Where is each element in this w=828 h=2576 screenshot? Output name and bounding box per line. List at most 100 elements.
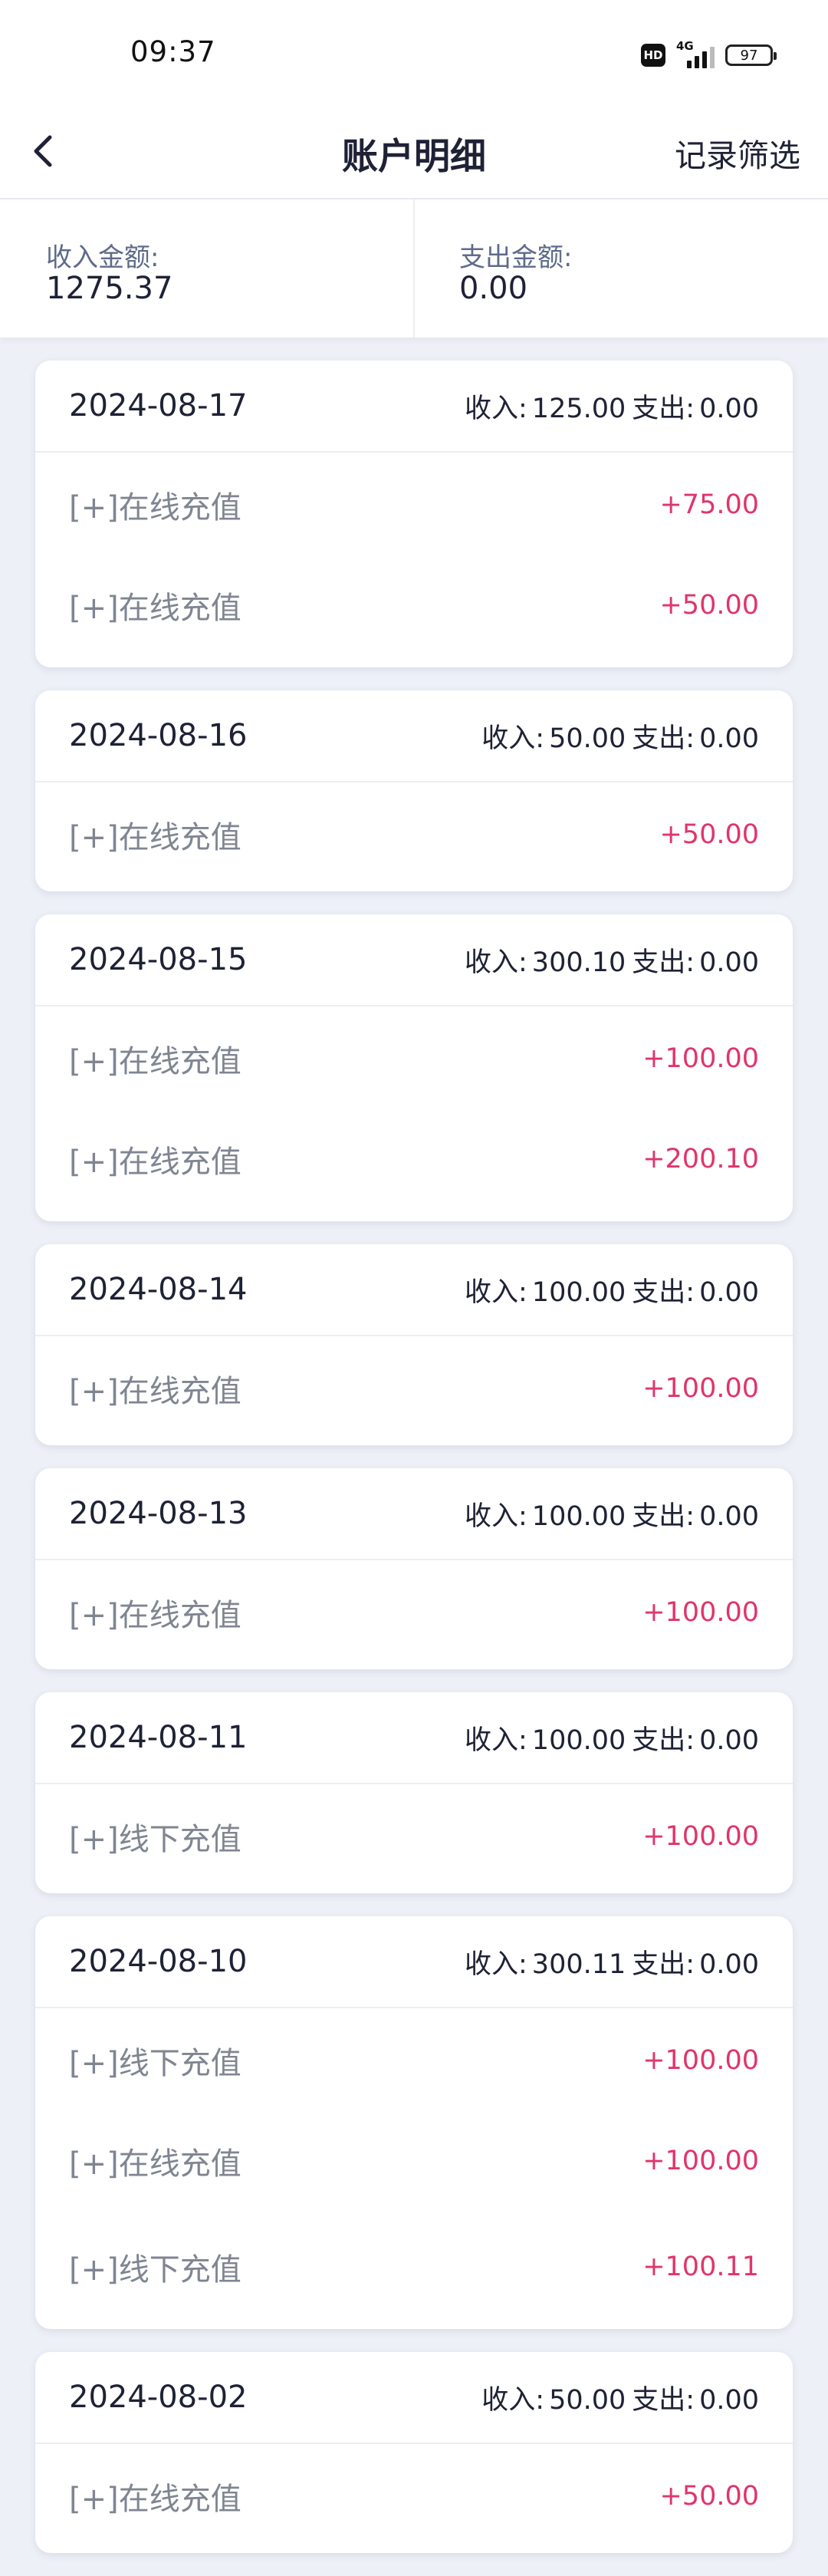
transaction-row[interactable]: [+]线下充值 +100.00: [35, 2013, 793, 2108]
expense-prefix: 支出:: [632, 1948, 695, 1980]
expense-prefix: 支出:: [632, 393, 695, 424]
transaction-name: [+]线下充值: [69, 2046, 242, 2081]
transaction-name: [+]线下充值: [69, 2252, 242, 2288]
income-prefix: 收入:: [481, 2384, 545, 2416]
transaction-name: [+]线下充值: [69, 1822, 242, 1857]
day-header: 2024-08-16 收入: 50.00 支出: 0.00: [35, 690, 793, 782]
day-income: 50.00: [549, 2384, 626, 2416]
battery-level: 97: [740, 47, 758, 64]
day-header: 2024-08-10 收入: 300.11 支出: 0.00: [35, 1916, 793, 2008]
day-expense: 0.00: [699, 1276, 759, 1308]
day-card: 2024-08-17 收入: 125.00 支出: 0.00 [+]在线充值 +75.00[…: [35, 361, 793, 667]
day-expense: 0.00: [699, 393, 759, 424]
transaction-amount: +100.00: [642, 2045, 759, 2076]
transaction-row[interactable]: [+]在线充值 +75.00: [35, 457, 793, 552]
transaction-list: [+]在线充值 +100.00: [35, 1336, 793, 1445]
expense-prefix: 支出:: [632, 1500, 695, 1532]
day-income: 50.00: [549, 723, 626, 754]
day-income: 100.00: [531, 1724, 626, 1756]
day-date: 2024-08-13: [69, 1496, 248, 1531]
day-card: 2024-08-13 收入: 100.00 支出: 0.00 [+]在线充值 +100.00: [35, 1468, 793, 1669]
transaction-amount: +100.00: [642, 2146, 759, 2176]
day-card: 2024-08-11 收入: 100.00 支出: 0.00 [+]线下充值 +100.00: [35, 1692, 793, 1893]
transaction-amount: +100.00: [642, 1043, 759, 1074]
transaction-row[interactable]: [+]在线充值 +100.00: [35, 2108, 793, 2214]
day-date: 2024-08-02: [69, 2380, 248, 2415]
day-date: 2024-08-15: [69, 942, 248, 977]
back-button[interactable]: [17, 124, 71, 178]
day-income: 300.11: [531, 1948, 626, 1980]
expense-summary: 支出金额: 0.00: [413, 199, 828, 338]
transaction-row[interactable]: [+]在线充值 +50.00: [35, 787, 793, 882]
transaction-amount: +100.11: [642, 2252, 759, 2282]
income-prefix: 收入:: [481, 723, 545, 754]
day-date: 2024-08-11: [69, 1720, 248, 1755]
transaction-name: [+]在线充值: [69, 820, 242, 855]
expense-prefix: 支出:: [632, 1276, 695, 1308]
transaction-name: [+]在线充值: [69, 490, 242, 525]
income-prefix: 收入:: [465, 1948, 527, 1980]
income-label: 收入金额:: [46, 242, 159, 273]
expense-prefix: 支出:: [632, 1724, 695, 1756]
day-totals: 收入: 300.10 支出: 0.00: [465, 940, 759, 980]
day-income: 100.00: [531, 1276, 626, 1308]
income-prefix: 收入:: [465, 1276, 527, 1308]
signal-icon: 4G: [676, 39, 715, 68]
day-card: 2024-08-10 收入: 300.11 支出: 0.00 [+]线下充值 +100.00…: [35, 1916, 793, 2329]
day-date: 2024-08-17: [69, 388, 248, 423]
transaction-amount: +100.00: [642, 1821, 759, 1852]
transaction-name: [+]在线充值: [69, 1044, 242, 1079]
filter-records-button[interactable]: 记录筛选: [675, 107, 800, 198]
day-header: 2024-08-17 收入: 125.00 支出: 0.00: [35, 361, 793, 453]
records-list: 2024-08-17 收入: 125.00 支出: 0.00 [+]在线充值 +75.00[…: [35, 361, 793, 2576]
day-totals: 收入: 100.00 支出: 0.00: [465, 1718, 759, 1757]
transaction-row[interactable]: [+]在线充值 +200.10: [35, 1106, 793, 1212]
transaction-list: [+]线下充值 +100.00: [35, 1784, 793, 1893]
transaction-list: [+]在线充值 +100.00: [35, 1560, 793, 1669]
status-time: 09:37: [130, 35, 216, 68]
transaction-amount: +50.00: [659, 2481, 759, 2512]
chevron-left-icon: [34, 135, 52, 167]
account-summary: 收入金额: 1275.37 支出金额: 0.00: [0, 199, 828, 338]
day-expense: 0.00: [699, 2384, 759, 2416]
day-totals: 收入: 50.00 支出: 0.00: [481, 2378, 759, 2417]
day-totals: 收入: 100.00 支出: 0.00: [465, 1494, 759, 1533]
status-bar: 09:37 HD 4G 97: [0, 0, 828, 107]
transaction-amount: +50.00: [659, 819, 759, 850]
income-prefix: 收入:: [465, 1724, 527, 1756]
transaction-amount: +100.00: [642, 1597, 759, 1628]
transaction-name: [+]在线充值: [69, 1598, 242, 1633]
transaction-list: [+]线下充值 +100.00 [+]在线充值 +100.00 [+]线下充值 +100.…: [35, 2008, 793, 2329]
income-summary: 收入金额: 1275.37: [0, 199, 413, 338]
status-icons: HD 4G 97: [641, 39, 777, 71]
expense-prefix: 支出:: [632, 947, 695, 978]
day-expense: 0.00: [699, 1948, 759, 1980]
day-income: 125.00: [531, 393, 626, 424]
expense-label: 支出金额:: [459, 242, 573, 273]
hd-icon: HD: [641, 44, 665, 67]
income-prefix: 收入:: [465, 1500, 527, 1532]
transaction-row[interactable]: [+]在线充值 +100.00: [35, 1011, 793, 1106]
day-expense: 0.00: [699, 1500, 759, 1532]
day-expense: 0.00: [699, 723, 759, 754]
day-card: 2024-08-14 收入: 100.00 支出: 0.00 [+]在线充值 +100.00: [35, 1244, 793, 1445]
day-date: 2024-08-10: [69, 1944, 248, 1979]
day-card: 2024-08-02 收入: 50.00 支出: 0.00 [+]在线充值 +50.00: [35, 2352, 793, 2553]
nav-bar: 账户明细 记录筛选: [0, 107, 828, 199]
transaction-row[interactable]: [+]线下充值 +100.11: [35, 2214, 793, 2320]
day-expense: 0.00: [699, 947, 759, 978]
transaction-row[interactable]: [+]在线充值 +100.00: [35, 1565, 793, 1660]
transaction-row[interactable]: [+]在线充值 +100.00: [35, 1341, 793, 1436]
transaction-row[interactable]: [+]线下充值 +100.00: [35, 1789, 793, 1884]
income-prefix: 收入:: [465, 947, 527, 978]
battery-icon: 97: [725, 44, 777, 66]
transaction-amount: +50.00: [659, 590, 759, 621]
day-totals: 收入: 50.00 支出: 0.00: [481, 716, 759, 756]
transaction-row[interactable]: [+]在线充值 +50.00: [35, 552, 793, 658]
transaction-name: [+]在线充值: [69, 591, 242, 626]
transaction-list: [+]在线充值 +50.00: [35, 782, 793, 891]
transaction-name: [+]在线充值: [69, 1145, 242, 1180]
transaction-list: [+]在线充值 +100.00 [+]在线充值 +200.10: [35, 1006, 793, 1221]
transaction-row[interactable]: [+]在线充值 +50.00: [35, 2449, 793, 2544]
transaction-name: [+]在线充值: [69, 2482, 242, 2517]
